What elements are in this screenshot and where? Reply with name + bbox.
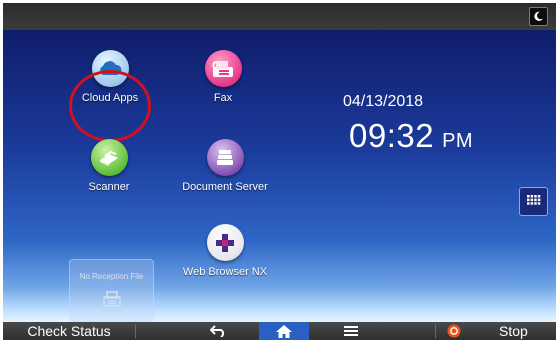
home-button[interactable] [259,322,309,340]
bottom-bar-divider [135,324,136,338]
fax-reception-label: No Reception File [79,272,144,281]
time-display: 09:32 PM [349,117,473,155]
date-display: 04/13/2018 [343,93,424,110]
fax-icon [204,50,242,87]
fax-label: Fax [213,92,233,104]
grid-icon [527,195,541,205]
bottom-bar: Check Status Stop [3,322,556,340]
fax-reception-widget[interactable]: No Reception File [69,259,154,322]
time-ampm: PM [442,130,474,152]
check-status-button[interactable]: Check Status [3,322,135,340]
home-icon [276,324,292,338]
stop-label: Stop [499,323,528,339]
back-arrow-icon [210,325,225,337]
scanner-label: Scanner [88,181,130,193]
document-server-app[interactable]: Document Server [177,139,273,201]
check-status-label: Check Status [27,323,111,339]
menu-button[interactable] [331,322,371,340]
document-server-label: Document Server [182,181,268,193]
cloud-apps-highlight-ring [69,70,151,142]
app-list-button[interactable] [519,187,548,216]
fax-app[interactable]: Fax [175,50,271,112]
scanner-app[interactable]: Scanner [61,139,157,201]
device-screen: Cloud Apps Fax Scanner Document Server W… [3,3,556,340]
web-browser-label: Web Browser NX [182,266,268,278]
menu-icon [344,326,358,336]
stop-icon [447,324,461,338]
bottom-bar-divider [435,324,436,338]
document-server-icon [206,139,244,176]
time-value: 09:32 [349,117,435,154]
top-status-bar [3,3,556,30]
back-button[interactable] [198,322,238,340]
energy-saver-button[interactable] [529,7,548,26]
stop-button[interactable]: Stop [441,322,556,340]
web-browser-icon [206,224,244,261]
moon-icon [534,11,544,21]
scanner-icon [90,139,128,176]
fax-reception-icon [102,291,121,307]
home-screen: Cloud Apps Fax Scanner Document Server W… [3,30,556,337]
web-browser-app[interactable]: Web Browser NX [177,224,273,286]
